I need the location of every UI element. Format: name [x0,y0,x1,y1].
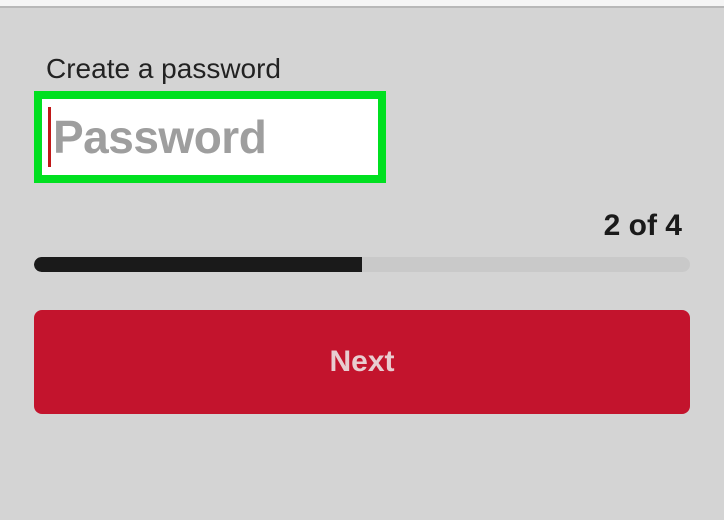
progress-fill [34,257,362,272]
password-input-highlight: Password [34,91,386,183]
form-container: Create a password Password 2 of 4 Next [0,53,724,414]
password-input[interactable]: Password [53,110,266,164]
progress-bar [34,257,690,272]
step-counter: 2 of 4 [34,209,682,243]
password-label: Create a password [46,53,690,85]
top-divider [0,0,724,8]
next-button[interactable]: Next [34,310,690,414]
text-cursor [48,107,51,167]
